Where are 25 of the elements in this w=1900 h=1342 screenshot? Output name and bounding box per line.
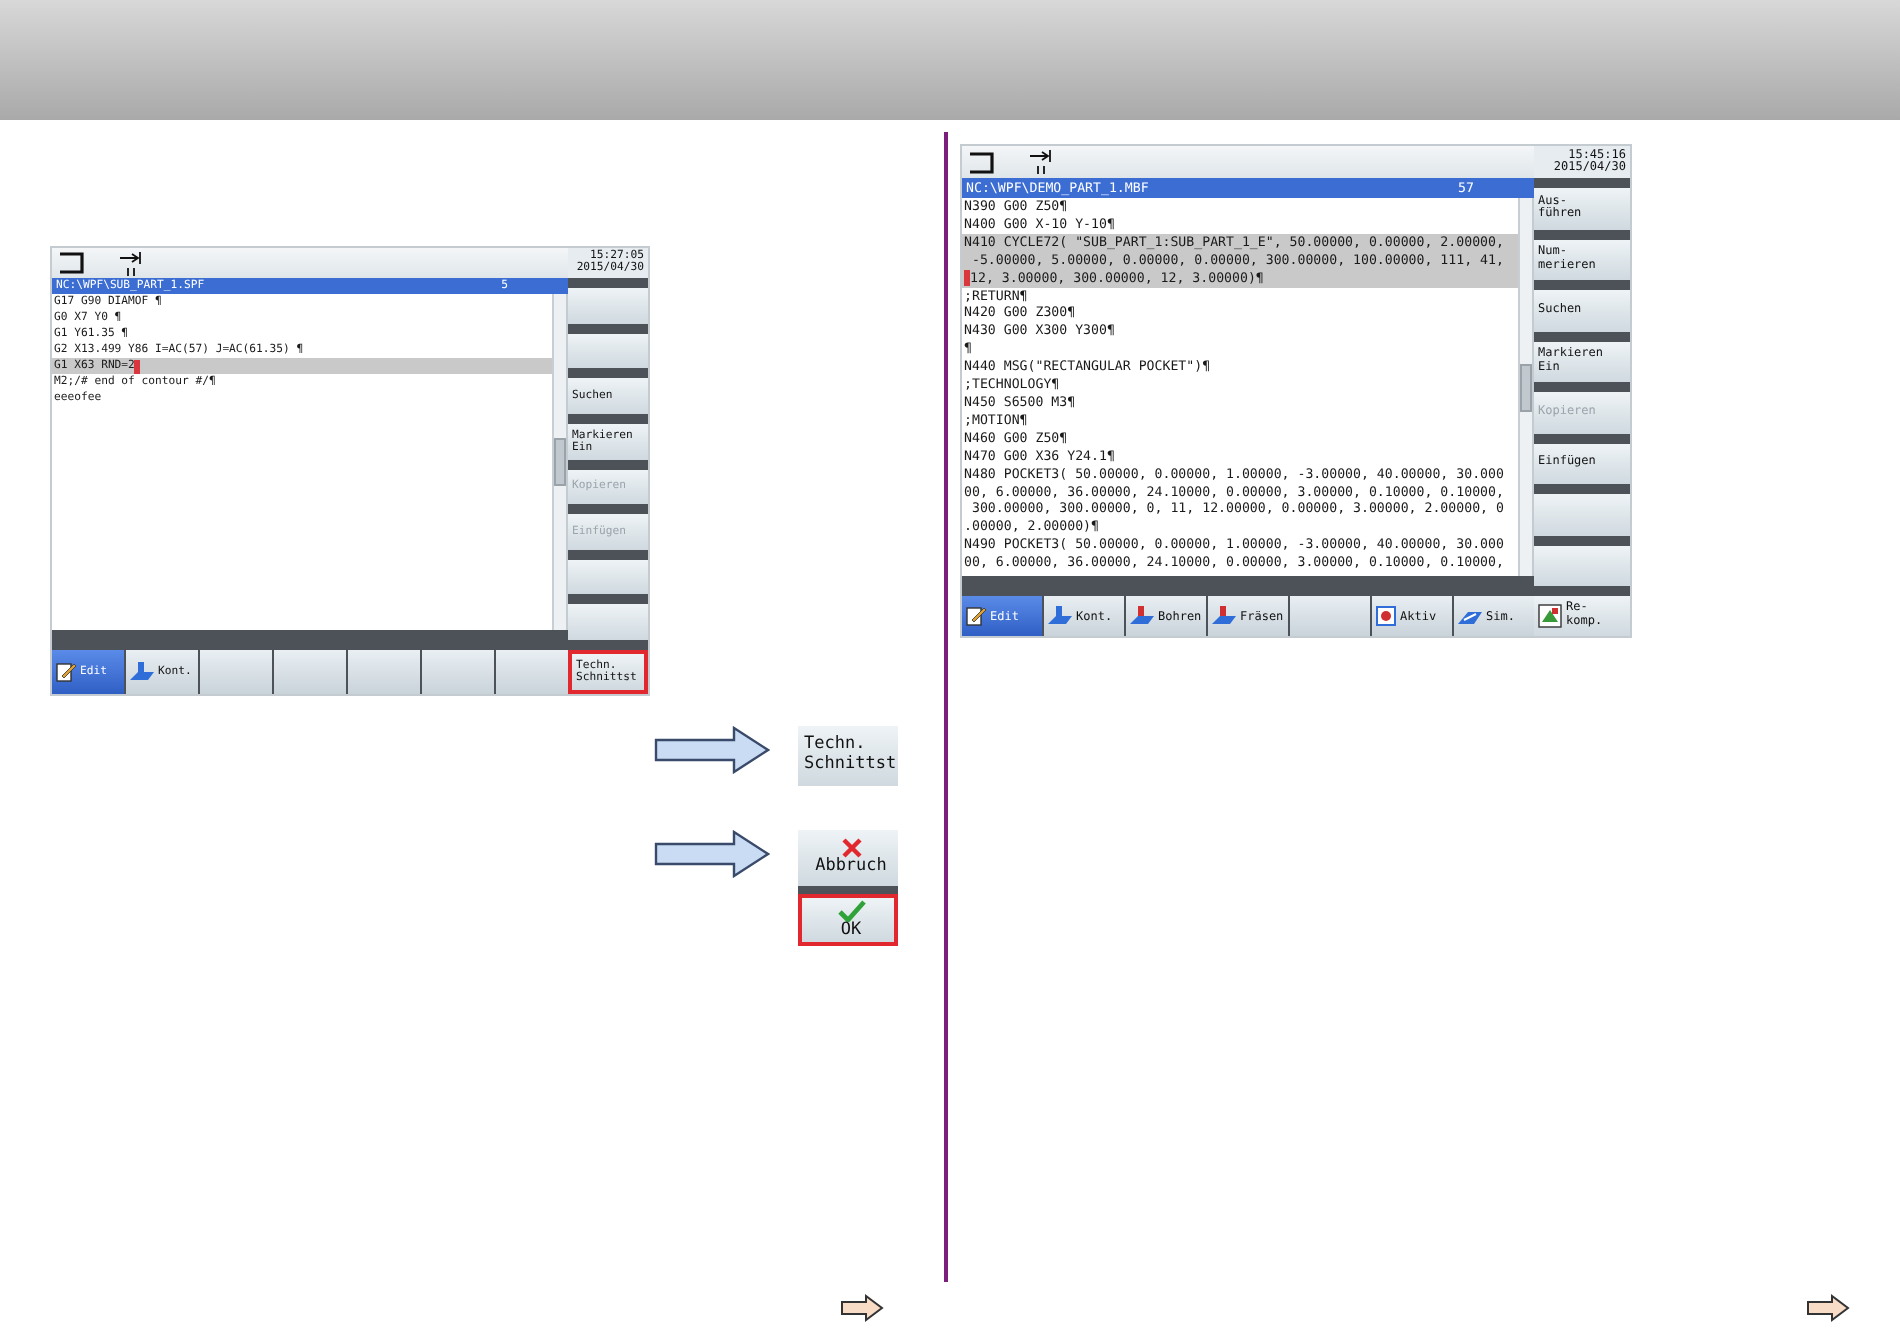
workpiece-icon <box>130 662 154 682</box>
cancel-icon <box>841 838 861 859</box>
next-page-arrow-icon[interactable] <box>1806 1294 1850 1322</box>
softkey[interactable] <box>1534 545 1630 586</box>
softkey[interactable]: OK <box>798 894 898 946</box>
scrollbar[interactable] <box>552 294 566 630</box>
scrollbar[interactable] <box>1518 198 1532 576</box>
recompile-icon <box>1538 604 1562 628</box>
edit-icon <box>56 662 76 682</box>
softkey[interactable]: Techn. Schnittst <box>798 726 898 786</box>
program-icon <box>1376 606 1396 626</box>
softkey[interactable] <box>568 333 648 369</box>
check-icon <box>837 899 865 922</box>
next-page-arrow-icon[interactable] <box>840 1294 884 1322</box>
skip-to-end-icon <box>1030 150 1054 174</box>
softkey[interactable] <box>568 559 648 595</box>
softkey[interactable]: Abbruch <box>798 830 898 886</box>
arrow-icon <box>654 830 770 878</box>
workpiece-icon <box>1130 606 1154 626</box>
workpiece-icon <box>1212 606 1236 626</box>
edit-icon <box>966 606 986 626</box>
arrow-icon <box>654 726 770 774</box>
skip-to-end-icon <box>120 251 144 275</box>
simulation-icon <box>1458 606 1482 626</box>
workpiece-icon <box>1048 606 1072 626</box>
